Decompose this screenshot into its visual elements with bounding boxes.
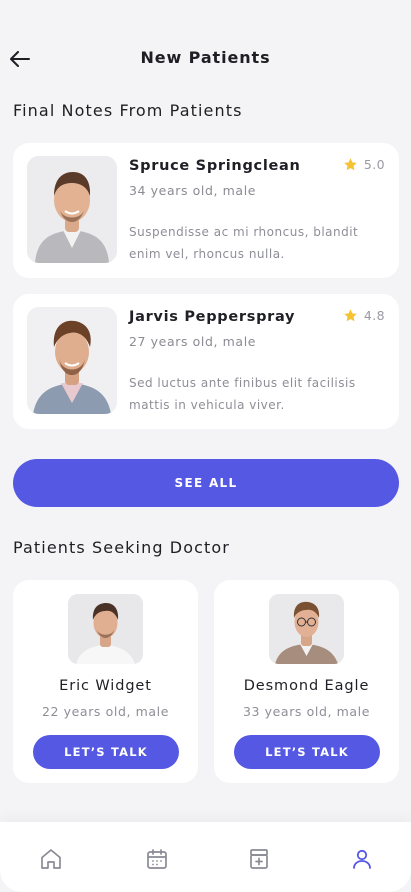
header: New Patients	[0, 40, 411, 78]
rating: 5.0	[343, 157, 385, 172]
patient-avatar	[269, 594, 344, 664]
user-icon	[353, 849, 371, 869]
lets-talk-button[interactable]: LET’S TALK	[33, 735, 179, 769]
rating: 4.8	[343, 308, 385, 323]
patient-seeking-card[interactable]: Eric Widget 22 years old, male LET’S TAL…	[13, 580, 198, 783]
rating-value: 4.8	[363, 308, 385, 323]
see-all-button[interactable]: SEE ALL	[13, 459, 399, 507]
calendar-icon	[147, 849, 167, 869]
rating-value: 5.0	[363, 157, 385, 172]
star-icon	[344, 158, 357, 171]
patient-meta: 33 years old, male	[242, 704, 371, 719]
patient-name: Jarvis Pepperspray	[129, 309, 296, 325]
patient-note-card[interactable]: Jarvis Pepperspray 27 years old, male 4.…	[13, 294, 399, 429]
patient-meta: 22 years old, male	[41, 704, 170, 719]
patient-note-card[interactable]: Spruce Springclean 34 years old, male 5.…	[13, 143, 399, 278]
nav-profile[interactable]	[349, 846, 375, 872]
star-icon	[344, 309, 357, 322]
patient-name: Eric Widget	[59, 678, 152, 694]
patient-photo	[27, 156, 117, 263]
nav-home[interactable]	[38, 846, 64, 872]
section-title-final-notes: Final Notes From Patients	[13, 101, 243, 120]
patient-photo	[27, 307, 117, 414]
home-icon	[41, 849, 61, 869]
page-title: New Patients	[140, 48, 271, 67]
patient-avatar	[68, 594, 143, 664]
patient-note-text: Suspendisse ac mi rhoncus, blandit enim …	[129, 225, 359, 261]
patient-seeking-card[interactable]: Desmond Eagle 33 years old, male LET’S T…	[214, 580, 399, 783]
bottom-nav	[0, 822, 411, 892]
lets-talk-button[interactable]: LET’S TALK	[234, 735, 380, 769]
patient-meta: 34 years old, male	[129, 183, 257, 198]
patient-note-text: Sed luctus ante finibus elit facilisis m…	[129, 376, 356, 412]
medical-box-icon	[250, 849, 268, 869]
section-title-seeking-doctor: Patients Seeking Doctor	[13, 538, 230, 557]
patient-name: Desmond Eagle	[243, 678, 370, 694]
patient-name: Spruce Springclean	[129, 158, 301, 174]
nav-medical[interactable]	[246, 846, 272, 872]
patient-meta: 27 years old, male	[129, 334, 257, 349]
nav-calendar[interactable]	[144, 846, 170, 872]
app-screen: New Patients Final Notes From Patients S…	[0, 0, 411, 892]
